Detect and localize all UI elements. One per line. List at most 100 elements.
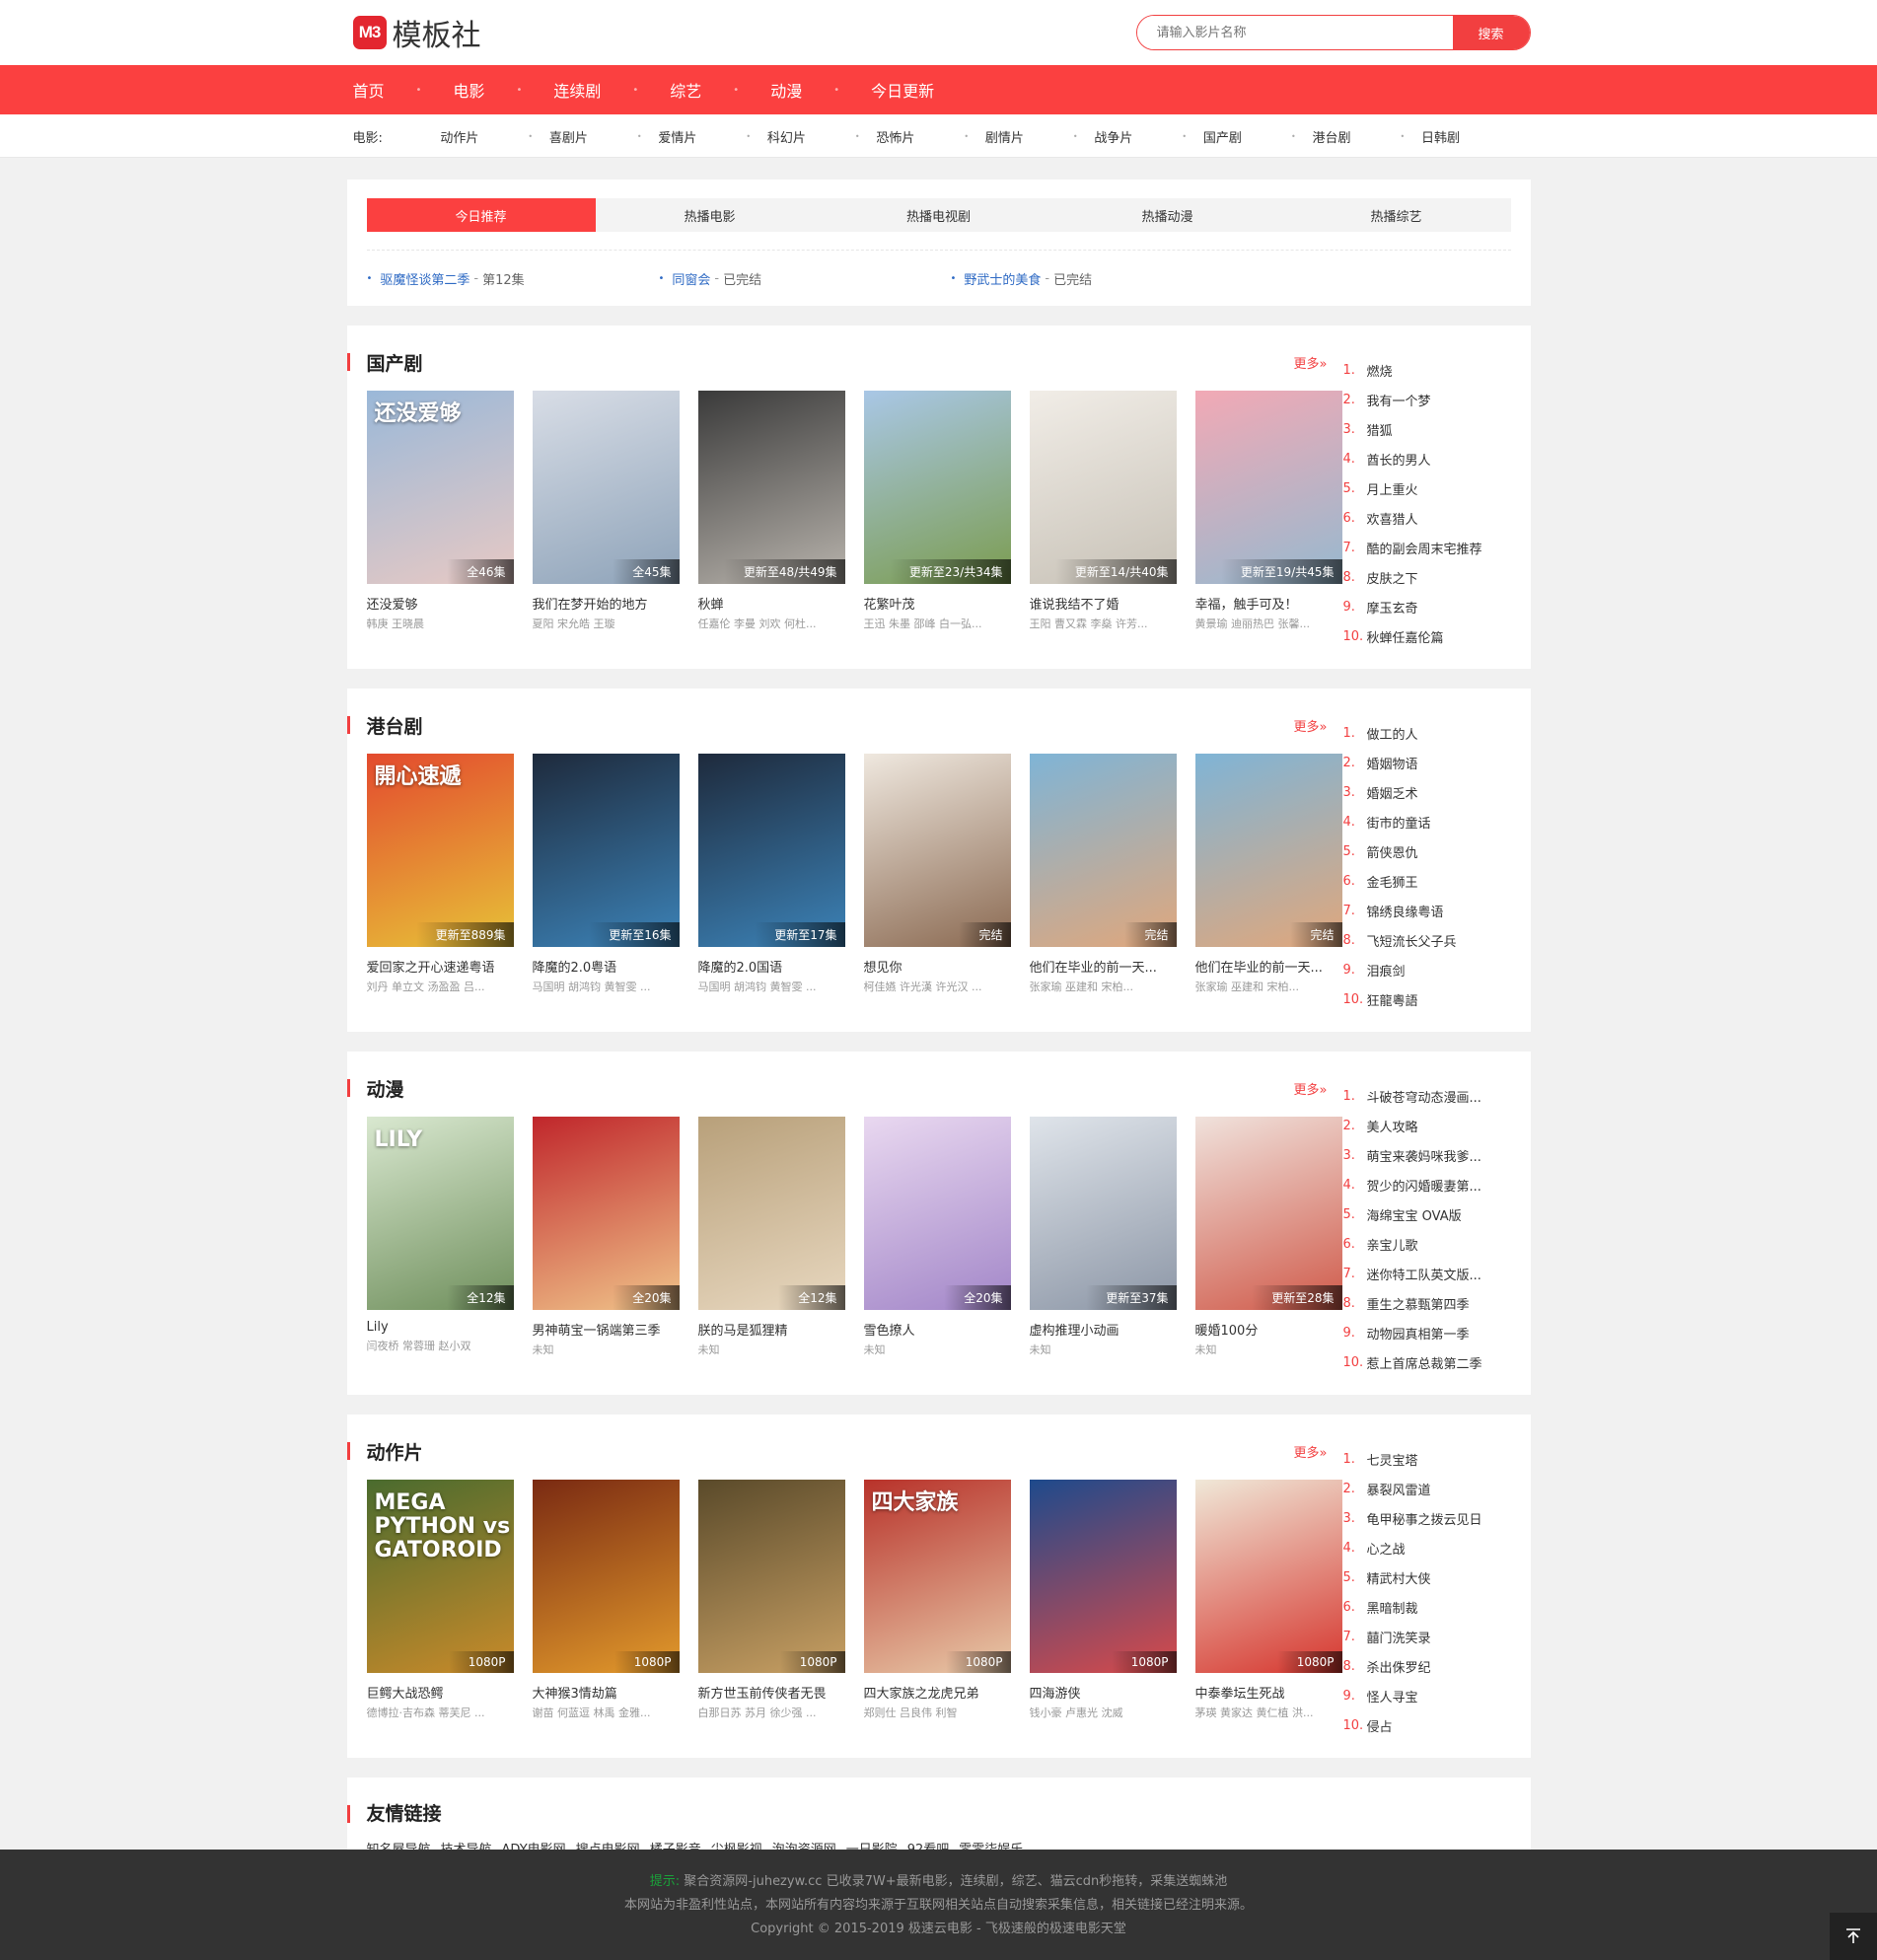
- search-input[interactable]: [1136, 16, 1453, 49]
- ranking-item[interactable]: 8. 重生之慕甄第四季: [1343, 1288, 1491, 1318]
- subnav-item[interactable]: 港台剧 •: [1312, 127, 1421, 146]
- poster-image[interactable]: 1080P: [697, 1480, 845, 1673]
- ranking-item[interactable]: 9. 怪人寻宝: [1343, 1681, 1491, 1710]
- ranking-item[interactable]: 2. 我有一个梦: [1343, 385, 1491, 414]
- subnav-item[interactable]: 剧情片 •: [985, 127, 1095, 146]
- movie-card[interactable]: MEGA PYTHON vs GATOROID 1080P 巨鳄大战恐鳄 德博拉·吉布…: [366, 1480, 514, 1720]
- movie-title[interactable]: 四海游侠: [1030, 1683, 1177, 1702]
- movie-card[interactable]: 更新至16集 降魔的2.0粤语 马国明 胡鸿钧 黄智雯 ...: [532, 754, 680, 994]
- movie-title[interactable]: 中泰拳坛生死战: [1195, 1683, 1342, 1702]
- ranking-item[interactable]: 8. 杀出侏罗纪: [1343, 1651, 1491, 1681]
- ranking-item[interactable]: 2. 暴裂风雷道: [1343, 1474, 1491, 1503]
- subnav-item[interactable]: 喜剧片 •: [549, 127, 659, 146]
- poster-image[interactable]: 全20集: [532, 1117, 680, 1310]
- ranking-item[interactable]: 6. 欢喜猎人: [1343, 503, 1491, 533]
- ranking-item[interactable]: 7. 锦绣良缘粤语: [1343, 896, 1491, 925]
- movie-title[interactable]: 新方世玉前传侠者无畏: [698, 1683, 845, 1702]
- movie-title[interactable]: 雪色撩人: [864, 1320, 1011, 1339]
- search-button[interactable]: 搜索: [1452, 16, 1530, 49]
- movie-title[interactable]: 降魔的2.0粤语: [533, 957, 680, 976]
- movie-title[interactable]: 四大家族之龙虎兄弟: [864, 1683, 1011, 1702]
- nav-item[interactable]: 综艺: [670, 78, 701, 102]
- movie-title[interactable]: 秋蝉: [698, 594, 845, 613]
- movie-title[interactable]: Lily: [367, 1320, 514, 1335]
- poster-image[interactable]: 更新至48/共49集: [697, 391, 845, 584]
- poster-image[interactable]: 更新至16集: [532, 754, 680, 947]
- movie-title[interactable]: 还没爱够: [367, 594, 514, 613]
- movie-card[interactable]: 更新至48/共49集 秋蝉 任嘉伦 李曼 刘欢 何杜...: [697, 391, 845, 631]
- movie-card[interactable]: 1080P 中泰拳坛生死战 茅瑛 黄家达 黄仁植 洪...: [1194, 1480, 1342, 1720]
- movie-title[interactable]: 巨鳄大战恐鳄: [367, 1683, 514, 1702]
- movie-card[interactable]: 完结 他们在毕业的前一天... 张家瑜 巫建和 宋柏...: [1029, 754, 1177, 994]
- site-logo[interactable]: M3 模板社: [352, 16, 481, 53]
- tab-1[interactable]: 今日推荐: [366, 198, 596, 232]
- ranking-item[interactable]: 6. 亲宝儿歌: [1343, 1229, 1491, 1259]
- movie-card[interactable]: 更新至14/共40集 谁说我结不了婚 王阳 曹又霖 李燊 许芳...: [1029, 391, 1177, 631]
- movie-card[interactable]: 更新至17集 降魔的2.0国语 马国明 胡鸿钧 黄智雯 ...: [697, 754, 845, 994]
- ranking-item[interactable]: 3. 龟甲秘事之拨云见日: [1343, 1503, 1491, 1533]
- tab-2[interactable]: 热播电影: [596, 198, 825, 232]
- subnav-item[interactable]: 动作片 •: [440, 127, 549, 146]
- tab-3[interactable]: 热播电视剧: [825, 198, 1053, 232]
- poster-image[interactable]: LILY 全12集: [366, 1117, 514, 1310]
- ranking-item[interactable]: 9. 动物园真相第一季: [1343, 1318, 1491, 1347]
- ranking-item[interactable]: 7. 酷的副会周末宅推荐: [1343, 533, 1491, 562]
- poster-image[interactable]: 更新至23/共34集: [863, 391, 1011, 584]
- movie-card[interactable]: 全20集 男神萌宝一锅端第三季 未知: [532, 1117, 680, 1357]
- movie-title[interactable]: 想见你: [864, 957, 1011, 976]
- more-link[interactable]: 更多»: [1294, 1442, 1328, 1461]
- ranking-item[interactable]: 10. 秋蝉任嘉伦篇: [1343, 621, 1491, 651]
- movie-card[interactable]: 还没爱够 全46集 还没爱够 韩庚 王晓晨: [366, 391, 514, 631]
- movie-title[interactable]: 他们在毕业的前一天...: [1195, 957, 1342, 976]
- ranking-item[interactable]: 5. 箭侠恩仇: [1343, 836, 1491, 866]
- hot-item-title[interactable]: 野武士的美食: [964, 269, 1041, 288]
- tab-5[interactable]: 热播综艺: [1282, 198, 1511, 232]
- movie-card[interactable]: 更新至23/共34集 花繁叶茂 王迅 朱墨 邵峰 白一弘...: [863, 391, 1011, 631]
- ranking-item[interactable]: 1. 做工的人: [1343, 718, 1491, 748]
- movie-card[interactable]: 全45集 我们在梦开始的地方 夏阳 宋允皓 王璇: [532, 391, 680, 631]
- ranking-item[interactable]: 3. 萌宝来袭妈咪我爹...: [1343, 1140, 1491, 1170]
- movie-card[interactable]: 四大家族 1080P 四大家族之龙虎兄弟 郑则仕 吕良伟 利智: [863, 1480, 1011, 1720]
- poster-image[interactable]: 更新至28集: [1194, 1117, 1342, 1310]
- movie-card[interactable]: LILY 全12集 Lily 闫夜桥 常蓉珊 赵小双: [366, 1117, 514, 1357]
- movie-title[interactable]: 幸福，触手可及！: [1195, 594, 1342, 613]
- poster-image[interactable]: 四大家族 1080P: [863, 1480, 1011, 1673]
- movie-title[interactable]: 谁说我结不了婚: [1030, 594, 1177, 613]
- more-link[interactable]: 更多»: [1294, 353, 1328, 372]
- poster-image[interactable]: 更新至19/共45集: [1194, 391, 1342, 584]
- poster-image[interactable]: 全20集: [863, 1117, 1011, 1310]
- poster-image[interactable]: 更新至37集: [1029, 1117, 1177, 1310]
- ranking-item[interactable]: 5. 精武村大侠: [1343, 1562, 1491, 1592]
- poster-image[interactable]: 完结: [1194, 754, 1342, 947]
- more-link[interactable]: 更多»: [1294, 716, 1328, 735]
- subnav-item[interactable]: 爱情片 •: [658, 127, 767, 146]
- poster-image[interactable]: 更新至17集: [697, 754, 845, 947]
- hot-item-title[interactable]: 驱魔怪谈第二季: [380, 269, 469, 288]
- subnav-item[interactable]: 日韩剧: [1421, 127, 1531, 146]
- ranking-item[interactable]: 10. 惹上首席总裁第二季: [1343, 1347, 1491, 1377]
- poster-image[interactable]: 全12集: [697, 1117, 845, 1310]
- ranking-item[interactable]: 5. 月上重火: [1343, 473, 1491, 503]
- nav-item[interactable]: 连续剧: [553, 78, 601, 102]
- movie-card[interactable]: 全20集 雪色撩人 未知: [863, 1117, 1011, 1357]
- nav-item[interactable]: 电影: [453, 78, 484, 102]
- subnav-item[interactable]: 国产剧 •: [1203, 127, 1313, 146]
- movie-card[interactable]: 1080P 新方世玉前传侠者无畏 白那日苏 苏月 徐少强 ...: [697, 1480, 845, 1720]
- ranking-item[interactable]: 6. 黑暗制裁: [1343, 1592, 1491, 1622]
- ranking-item[interactable]: 10. 狂龍粵語: [1343, 984, 1491, 1014]
- nav-item[interactable]: 今日更新: [871, 78, 934, 102]
- movie-title[interactable]: 他们在毕业的前一天...: [1030, 957, 1177, 976]
- movie-card[interactable]: 1080P 四海游侠 钱小豪 卢惠光 沈威: [1029, 1480, 1177, 1720]
- movie-title[interactable]: 朕的马是狐狸精: [698, 1320, 845, 1339]
- back-to-top-button[interactable]: [1830, 1913, 1877, 1960]
- movie-card[interactable]: 完结 想见你 柯佳嬿 许光漢 许光汉 ...: [863, 754, 1011, 994]
- poster-image[interactable]: 開心速遞 更新至889集: [366, 754, 514, 947]
- subnav-item[interactable]: 恐怖片 •: [876, 127, 985, 146]
- movie-card[interactable]: 1080P 大神猴3情劫篇 谢苗 何蓝逗 林禹 金雅...: [532, 1480, 680, 1720]
- poster-image[interactable]: 全45集: [532, 391, 680, 584]
- poster-image[interactable]: 完结: [863, 754, 1011, 947]
- ranking-item[interactable]: 3. 猎狐: [1343, 414, 1491, 444]
- ranking-item[interactable]: 2. 婚姻物语: [1343, 748, 1491, 777]
- movie-title[interactable]: 降魔的2.0国语: [698, 957, 845, 976]
- movie-title[interactable]: 爱回家之开心速递粤语: [367, 957, 514, 976]
